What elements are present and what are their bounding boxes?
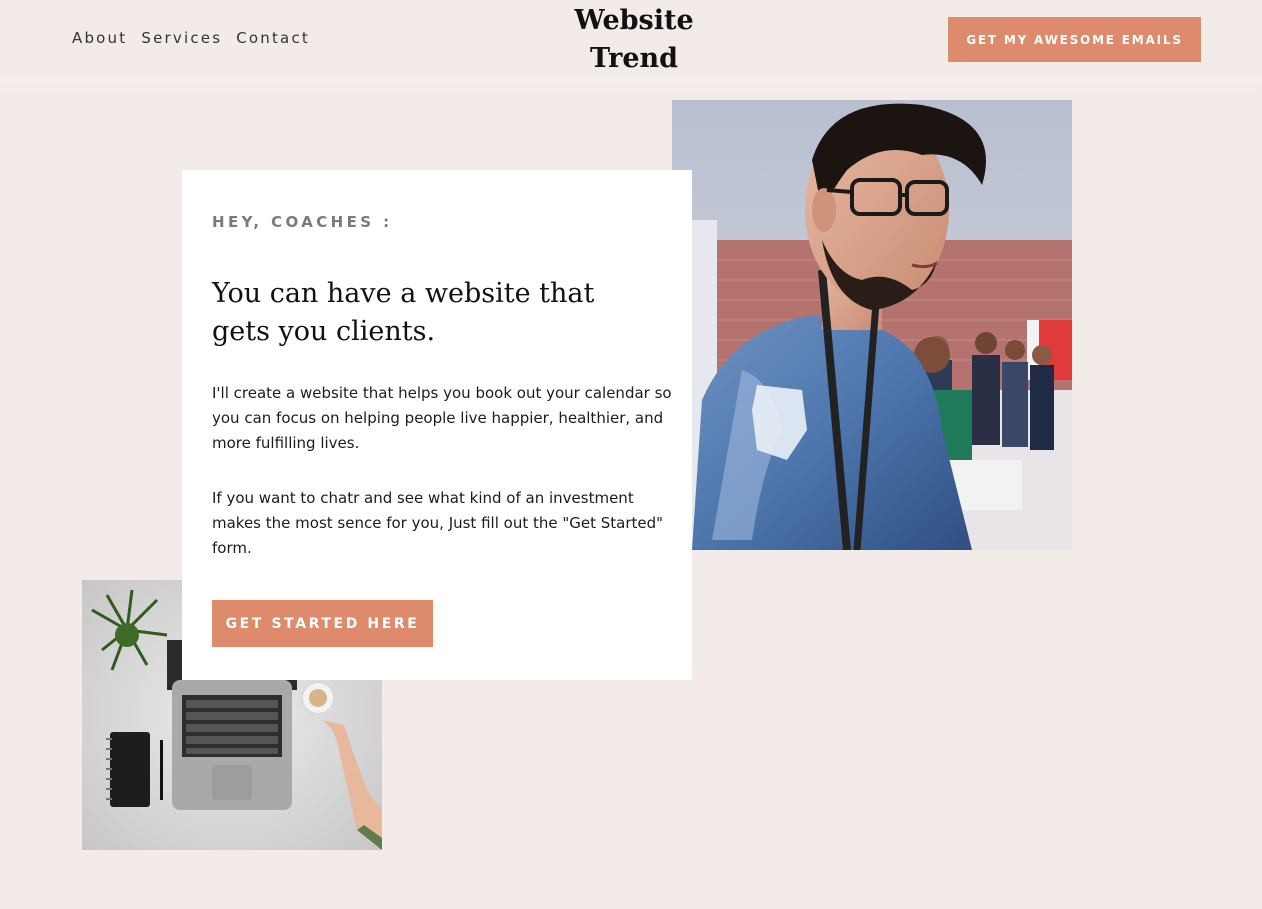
- hero-paragraph-1: I'll create a website that helps you boo…: [212, 384, 672, 452]
- site-header: About Services Contact Website Trend GET…: [0, 0, 1262, 77]
- main-nav: About Services Contact: [72, 29, 324, 47]
- hero-paragraph-2: If you want to chatr and see what kind o…: [212, 489, 664, 557]
- hero-card: HEY, COACHES : You can have a website th…: [182, 170, 692, 680]
- nav-link-about[interactable]: About: [72, 29, 127, 47]
- header-shadow: [0, 76, 1262, 92]
- get-emails-button[interactable]: GET MY AWESOME EMAILS: [948, 17, 1201, 62]
- site-logo-line1: Website: [574, 5, 694, 36]
- nav-link-contact[interactable]: Contact: [236, 29, 310, 47]
- eyebrow-label: HEY, COACHES :: [212, 213, 393, 231]
- portrait-photo: [672, 100, 1072, 550]
- site-logo[interactable]: Website Trend: [560, 2, 708, 78]
- get-started-button[interactable]: GET STARTED HERE: [212, 600, 433, 647]
- site-logo-line2: Trend: [589, 43, 679, 74]
- hero-headline: You can have a website that gets you cli…: [212, 278, 595, 347]
- nav-link-services[interactable]: Services: [141, 29, 222, 47]
